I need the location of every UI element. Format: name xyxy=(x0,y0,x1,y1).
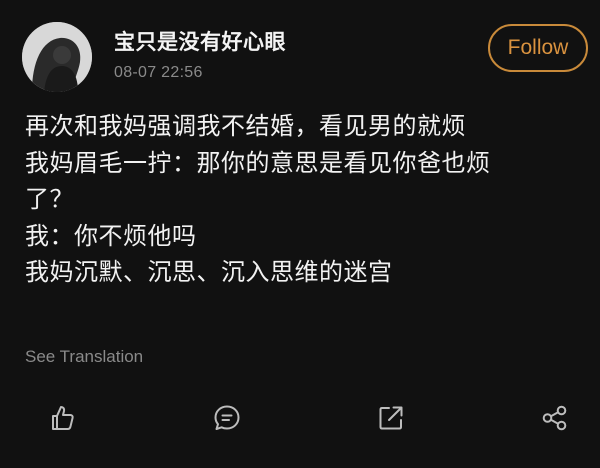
post-text-line: 我妈眉毛一拧：那你的意思是看见你爸也烦 xyxy=(25,148,491,177)
comment-button[interactable] xyxy=(207,398,247,438)
post-timestamp: 08-07 22:56 xyxy=(114,64,203,81)
repost-button[interactable] xyxy=(371,398,411,438)
share-nodes-icon xyxy=(542,405,567,431)
comment-icon xyxy=(214,405,240,430)
author-name[interactable]: 宝只是没有好心眼 xyxy=(114,26,286,56)
share-button[interactable] xyxy=(535,398,575,438)
follow-button[interactable]: Follow xyxy=(488,24,588,72)
thumbs-up-icon xyxy=(52,406,74,430)
post-text-line: 再次和我妈强调我不结婚，看见男的就烦 xyxy=(25,112,466,140)
external-share-icon xyxy=(379,406,403,430)
post-text-line: 了？ xyxy=(25,185,74,213)
action-bar xyxy=(0,398,600,438)
post-card: 宝只是没有好心眼 08-07 22:56 Follow 再次和我妈强调我不结婚，… xyxy=(0,0,600,468)
post-text-line: 我妈沉默、沉思、沉入思维的迷宫 xyxy=(25,258,393,286)
avatar-image xyxy=(22,22,92,92)
see-translation-link[interactable]: See Translation xyxy=(25,347,143,367)
post-text-line: 我：你不烦他吗 xyxy=(25,221,197,250)
like-button[interactable] xyxy=(42,398,82,438)
post-content: 再次和我妈强调我不结婚，看见男的就烦 我妈眉毛一拧：那你的意思是看见你爸也烦 了… xyxy=(25,108,585,291)
avatar[interactable] xyxy=(22,22,92,92)
